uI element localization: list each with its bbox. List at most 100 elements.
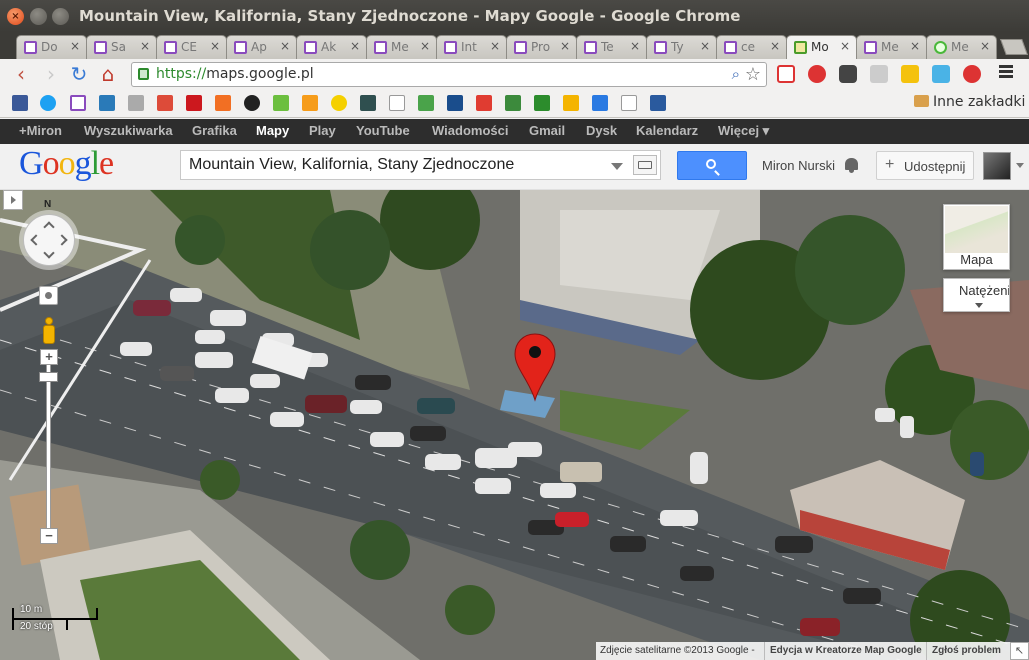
avatar[interactable] bbox=[983, 152, 1011, 180]
account-dropdown-icon[interactable] bbox=[1016, 163, 1024, 168]
zoom-slider[interactable] bbox=[46, 360, 51, 532]
tab-4[interactable]: Ak × bbox=[296, 35, 367, 59]
gbar-item-6[interactable]: Wiadomości bbox=[432, 123, 508, 138]
tab-close-icon[interactable]: × bbox=[700, 39, 710, 53]
tab-3[interactable]: Ap × bbox=[226, 35, 297, 59]
soundcloud-bookmark-icon[interactable] bbox=[215, 95, 231, 111]
tab-6[interactable]: Int × bbox=[436, 35, 507, 59]
map-type-button[interactable]: Mapa bbox=[943, 204, 1010, 270]
tab-13[interactable]: Me × bbox=[926, 35, 997, 59]
forward-button[interactable]: › bbox=[40, 63, 62, 85]
gbar-item-7[interactable]: Gmail bbox=[529, 123, 565, 138]
notifications-bell-icon[interactable] bbox=[844, 156, 859, 173]
zoom-out-button[interactable]: − bbox=[40, 528, 58, 544]
tab-close-icon[interactable]: × bbox=[980, 39, 990, 53]
tab-close-icon[interactable]: × bbox=[350, 39, 360, 53]
document-bookmark-icon[interactable] bbox=[621, 95, 637, 111]
zoom-slider-handle[interactable] bbox=[39, 372, 58, 382]
tab-close-icon[interactable]: × bbox=[910, 39, 920, 53]
rotate-button[interactable] bbox=[39, 286, 58, 305]
tab-12[interactable]: Me × bbox=[856, 35, 927, 59]
tab-close-icon[interactable]: × bbox=[280, 39, 290, 53]
other-bookmarks-folder[interactable]: Inne zakładki bbox=[914, 94, 1025, 110]
gbar-item-3[interactable]: Mapy bbox=[256, 123, 289, 138]
google-drive-bookmark-icon[interactable] bbox=[563, 95, 579, 111]
bookmark-icon[interactable] bbox=[650, 95, 666, 111]
bookmark-icon[interactable] bbox=[360, 95, 376, 111]
microphone-extension-icon[interactable] bbox=[963, 65, 981, 83]
gbar-item-4[interactable]: Play bbox=[309, 123, 336, 138]
bookmark-icon[interactable] bbox=[505, 95, 521, 111]
search-button[interactable] bbox=[677, 151, 747, 180]
bookmark-icon[interactable] bbox=[128, 95, 144, 111]
bookmark-icon[interactable] bbox=[302, 95, 318, 111]
bookmark-icon[interactable] bbox=[476, 95, 492, 111]
tab-2[interactable]: CE × bbox=[156, 35, 227, 59]
adblock-extension-icon[interactable] bbox=[808, 65, 826, 83]
chat-extension-icon[interactable] bbox=[932, 65, 950, 83]
pan-left-icon[interactable] bbox=[30, 234, 42, 246]
gbar-item-10[interactable]: Więcej ▾ bbox=[718, 123, 769, 139]
collapse-footer-button[interactable]: ↖ bbox=[1010, 642, 1029, 660]
share-button[interactable]: + Udostępnij bbox=[876, 151, 974, 180]
google-plus-bookmark-icon[interactable] bbox=[157, 95, 173, 111]
tab-close-icon[interactable]: × bbox=[140, 39, 150, 53]
tab-8[interactable]: Te × bbox=[576, 35, 647, 59]
film-bookmark-icon[interactable] bbox=[244, 95, 260, 111]
tab-10[interactable]: ce × bbox=[716, 35, 787, 59]
tab-close-icon[interactable]: × bbox=[210, 39, 220, 53]
gbar-item-2[interactable]: Grafika bbox=[192, 123, 237, 138]
map-maker-link[interactable]: Edycja w Kreatorze Map Google bbox=[770, 645, 922, 656]
bookmark-star-icon[interactable]: ☆ bbox=[745, 64, 761, 85]
tab-close-icon[interactable]: × bbox=[70, 39, 80, 53]
street-view-pegman-icon[interactable] bbox=[42, 317, 56, 345]
pan-right-icon[interactable] bbox=[56, 234, 68, 246]
tab-0[interactable]: Do × bbox=[16, 35, 87, 59]
dropbox-bookmark-icon[interactable] bbox=[592, 95, 608, 111]
search-input[interactable]: Mountain View, Kalifornia, Stany Zjednoc… bbox=[180, 150, 661, 180]
tab-close-icon[interactable]: × bbox=[840, 39, 850, 53]
tab-1[interactable]: Sa × bbox=[86, 35, 157, 59]
location-marker-icon[interactable] bbox=[511, 330, 561, 405]
tab-5[interactable]: Me × bbox=[366, 35, 437, 59]
report-problem-link[interactable]: Zgłoś problem bbox=[932, 645, 1001, 656]
sidebar-toggle-button[interactable] bbox=[3, 190, 23, 210]
map-canvas[interactable]: N + − Mapa Natężenie 10 m 20 stóp bbox=[0, 190, 1029, 660]
minimize-window-button[interactable] bbox=[30, 8, 47, 25]
star-bookmark-icon[interactable] bbox=[447, 95, 463, 111]
facebook-bookmark-icon[interactable] bbox=[12, 95, 28, 111]
chrome-menu-icon[interactable] bbox=[999, 65, 1013, 79]
zoom-in-button[interactable]: + bbox=[40, 349, 58, 365]
back-button[interactable]: ‹ bbox=[10, 63, 32, 85]
tab-close-icon[interactable]: × bbox=[420, 39, 430, 53]
gbar-item-9[interactable]: Kalendarz bbox=[636, 123, 698, 138]
home-button[interactable]: ⌂ bbox=[97, 63, 119, 85]
tab-close-icon[interactable]: × bbox=[630, 39, 640, 53]
tab-close-icon[interactable]: × bbox=[490, 39, 500, 53]
pan-down-icon[interactable] bbox=[43, 247, 55, 259]
reload-button[interactable]: ↻ bbox=[68, 63, 90, 85]
bookmark-icon[interactable] bbox=[534, 95, 550, 111]
twitter-bookmark-icon[interactable] bbox=[40, 95, 56, 111]
tab-close-icon[interactable]: × bbox=[560, 39, 570, 53]
feedly-bookmark-icon[interactable] bbox=[273, 95, 289, 111]
user-name[interactable]: Miron Nurski bbox=[762, 158, 835, 173]
gbar-item-5[interactable]: YouTube bbox=[356, 123, 410, 138]
address-bar[interactable]: https://maps.google.pl ⌕ ☆ bbox=[131, 62, 767, 87]
phone-extension-icon[interactable] bbox=[901, 65, 919, 83]
smiley-bookmark-icon[interactable] bbox=[331, 95, 347, 111]
keyboard-icon[interactable] bbox=[633, 155, 657, 175]
new-tab-button[interactable] bbox=[1000, 39, 1028, 55]
pan-control[interactable] bbox=[23, 214, 75, 266]
document-bookmark-icon[interactable] bbox=[70, 95, 86, 111]
traffic-button[interactable]: Natężenie bbox=[943, 278, 1010, 312]
tab-7[interactable]: Pro × bbox=[506, 35, 577, 59]
gmail-extension-icon[interactable] bbox=[777, 65, 795, 83]
gbar-item-1[interactable]: Wyszukiwarka bbox=[84, 123, 173, 138]
google-logo[interactable]: Google bbox=[19, 145, 114, 183]
gbar-item-8[interactable]: Dysk bbox=[586, 123, 617, 138]
gbar-item-0[interactable]: +Miron bbox=[19, 123, 62, 138]
bookmark-icon[interactable] bbox=[389, 95, 405, 111]
close-window-button[interactable]: × bbox=[7, 8, 24, 25]
youtube-bookmark-icon[interactable] bbox=[186, 95, 202, 111]
